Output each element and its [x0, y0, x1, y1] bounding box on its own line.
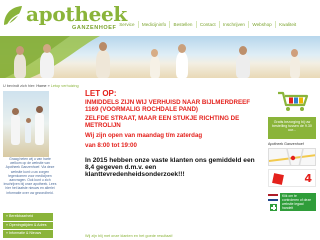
- logo-wordmark: apotheek: [26, 2, 127, 26]
- main-content: LET OP: INMIDDELS ZIJN WIJ VERHUISD NAAR…: [85, 89, 257, 179]
- delivery-promo-tile[interactable]: Gratis bezorging bij uw bestelling tusse…: [268, 117, 316, 139]
- breadcrumb-current: Letop verhuizing: [50, 84, 79, 88]
- banner-person-head: [291, 49, 298, 57]
- banner-person: [40, 52, 54, 78]
- partner-logo-number: 4: [304, 172, 312, 185]
- menu-item-informatie[interactable]: » Informatie & Nieuws: [3, 230, 53, 238]
- banner-person-head: [239, 46, 247, 55]
- banner-person: [96, 50, 110, 78]
- opening-hours: van 8:00 tot 19:00: [85, 142, 137, 149]
- bottom-note: Wij zijn blij met onze klanten en het go…: [85, 234, 173, 238]
- family-beach-photo: [3, 91, 49, 157]
- breadcrumb-separator: »: [47, 84, 50, 88]
- logo-subtitle: GANZENHOEF: [72, 25, 117, 31]
- breadcrumb-prefix: U bevindt zich hier:: [3, 84, 36, 88]
- nav-webshop[interactable]: Webshop: [248, 21, 275, 28]
- legal-check-text: Klik om te controleren of deze website l…: [280, 193, 316, 211]
- nav-medicijninfo[interactable]: Medicijninfo: [137, 21, 170, 28]
- main-nav: Service Medicijninfo Bestellen Contact I…: [116, 21, 299, 28]
- pharmacy-location-label: Apotheek Ganzenhoef: [268, 142, 304, 146]
- survey-result-text: In 2015 hebben onze vaste klanten ons ge…: [85, 157, 255, 179]
- banner-person: [150, 56, 160, 78]
- banner-person-head: [178, 44, 186, 53]
- let-op-heading: LET OP:: [85, 89, 117, 98]
- nav-service[interactable]: Service: [116, 21, 138, 28]
- photo-figure: [11, 115, 20, 145]
- banner-person: [236, 54, 250, 78]
- map-graphic: [269, 149, 315, 165]
- site-header: apotheek GANZENHOEF Service Medicijninfo…: [0, 0, 320, 78]
- nav-contact[interactable]: Contact: [195, 21, 219, 28]
- left-menu: » Bereikbaarheid » Openingstijden & Adre…: [3, 213, 53, 239]
- banner-person-head: [16, 46, 24, 55]
- opening-days: Wij zijn open van maandag t/m zaterdag: [85, 132, 203, 139]
- menu-item-bereikbaarheid[interactable]: » Bereikbaarheid: [3, 213, 53, 221]
- photo-figure: [35, 113, 44, 145]
- banner-person-head: [151, 49, 158, 57]
- logo-leaf-icon: [4, 6, 22, 30]
- shopping-cart-icon: [278, 91, 309, 111]
- photo-figure: [25, 123, 31, 143]
- relocation-notice: INMIDDELS ZIJN WIJ VERHUISD NAAR BIJLMER…: [85, 99, 251, 113]
- legal-check-badge[interactable]: Klik om te controleren of deze website l…: [268, 192, 316, 217]
- photo-figure-head: [36, 106, 43, 113]
- intro-text: Graag heten wij u van harte welkom op de…: [3, 157, 57, 195]
- site-logo[interactable]: apotheek GANZENHOEF: [2, 2, 127, 36]
- right-sidebar: Gratis bezorging bij uw bestelling tusse…: [268, 89, 316, 217]
- banner-person: [290, 56, 300, 78]
- photo-figure-head: [25, 118, 31, 123]
- banner-person: [176, 52, 188, 78]
- breadcrumb: U bevindt zich hier: Home » Letop verhui…: [3, 84, 79, 88]
- dutch-flag-icon: [268, 194, 278, 201]
- photo-figure-head: [12, 108, 19, 115]
- partner-logo[interactable]: 4: [268, 169, 316, 187]
- banner-person-head: [43, 44, 51, 53]
- nav-kwaliteit[interactable]: Kwaliteit: [274, 21, 299, 28]
- cart-icon[interactable]: [276, 89, 310, 113]
- header-banner-photo: [0, 36, 320, 78]
- pharmacy-cross-icon: [270, 204, 277, 211]
- partner-logo-mark: [272, 173, 284, 185]
- nav-bestellen[interactable]: Bestellen: [169, 21, 195, 28]
- banner-person: [14, 54, 26, 78]
- banner-person-head: [99, 42, 107, 51]
- relocation-direction-notice: ZELFDE STRAAT, MAAR EEN STUKJE RICHTING …: [85, 115, 240, 129]
- location-map[interactable]: [268, 148, 316, 166]
- nav-inschrijven[interactable]: Inschrijven: [218, 21, 248, 28]
- breadcrumb-home-link[interactable]: Home: [36, 84, 46, 88]
- menu-item-openingstijden[interactable]: » Openingstijden & Adres: [3, 221, 53, 229]
